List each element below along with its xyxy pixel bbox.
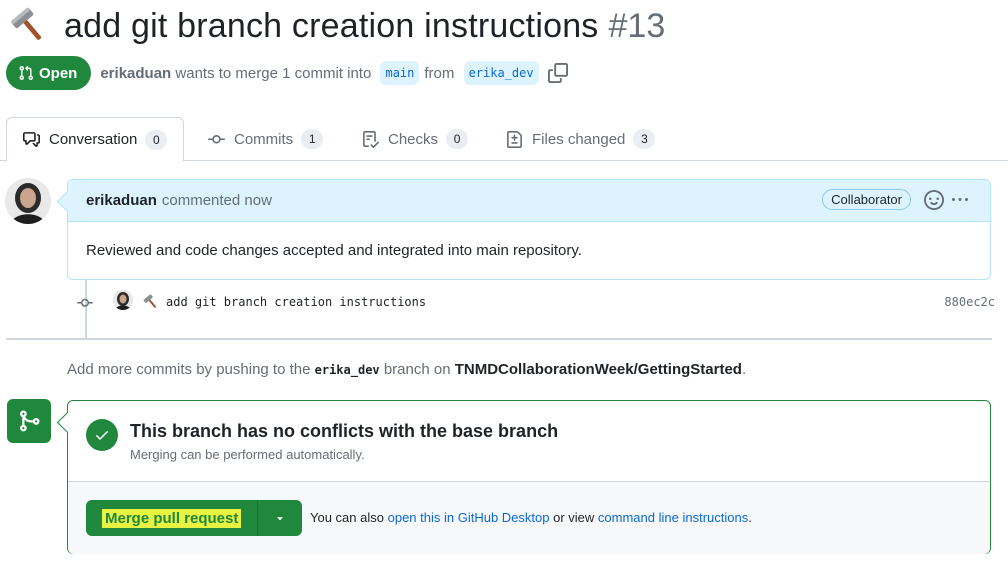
- comment-discussion-icon: [23, 132, 40, 147]
- hint-branch: erika_dev: [314, 363, 380, 377]
- merge-box: This branch has no conflicts with the ba…: [67, 400, 991, 554]
- commit-message[interactable]: add git branch creation instructions: [166, 295, 426, 309]
- tab-files-changed[interactable]: Files changed 3: [490, 117, 671, 161]
- hint-middle: branch on: [383, 361, 451, 378]
- git-branch-icon: [20, 410, 40, 432]
- page-title: add git branch creation instructions: [64, 6, 599, 45]
- git-commit-icon: [208, 134, 225, 143]
- comment-author[interactable]: erikaduan: [86, 192, 157, 209]
- repo-link[interactable]: TNMDCollaborationWeek/GettingStarted: [455, 361, 742, 378]
- tab-checks[interactable]: Checks 0: [346, 117, 484, 161]
- tab-label: Conversation: [49, 131, 138, 148]
- hint-prefix: Add more commits by pushing to the: [67, 361, 311, 378]
- status-badge: Open: [6, 56, 92, 90]
- merge-status: This branch has no conflicts with the ba…: [68, 401, 990, 482]
- commit-sha[interactable]: 880ec2c: [944, 295, 995, 309]
- also-middle: or view: [553, 510, 595, 525]
- merge-button-group: Merge pull request: [86, 500, 303, 536]
- triangle-down-icon: [277, 517, 284, 521]
- merge-status-icon: [7, 399, 51, 443]
- base-branch[interactable]: main: [380, 61, 420, 85]
- merge-actions: Merge pull request You can also open thi…: [68, 482, 990, 554]
- merge-subtext: Merging can be performed automatically.: [130, 447, 365, 462]
- merge-pull-request-button[interactable]: Merge pull request: [86, 500, 259, 536]
- tab-label: Files changed: [532, 130, 626, 148]
- check-circle-icon: [86, 419, 118, 451]
- smiley-icon[interactable]: [924, 190, 944, 210]
- file-diff-icon: [507, 130, 522, 148]
- pr-number: #13: [608, 6, 666, 45]
- command-line-link[interactable]: command line instructions: [598, 510, 748, 525]
- tab-conversation[interactable]: Conversation 0: [6, 117, 185, 162]
- also-suffix: .: [748, 510, 752, 525]
- hammer-icon: [143, 294, 157, 308]
- tab-counter: 3: [633, 129, 656, 149]
- merge-heading: This branch has no conflicts with the ba…: [130, 421, 559, 441]
- merge-summary-text: wants to merge 1 commit into: [175, 64, 372, 82]
- tab-label: Checks: [388, 130, 439, 148]
- commit-item: add git branch creation instructions 880…: [75, 290, 995, 316]
- checklist-icon: [363, 130, 379, 148]
- comment-header: erikaduan commented now Collaborator: [68, 180, 990, 222]
- git-pull-request-icon: [19, 65, 34, 81]
- merge-button-label: Merge pull request: [102, 508, 242, 528]
- copy-icon[interactable]: [547, 63, 568, 83]
- git-commit-icon: [77, 298, 93, 307]
- tab-counter: 0: [446, 129, 469, 149]
- comment-card: erikaduan commented now Collaborator Rev…: [67, 179, 991, 280]
- comment-body: Reviewed and code changes accepted and i…: [86, 242, 582, 259]
- hint-suffix: .: [741, 361, 747, 378]
- hammer-icon: [11, 7, 42, 40]
- open-desktop-link[interactable]: open this in GitHub Desktop: [388, 510, 550, 525]
- avatar[interactable]: [5, 178, 51, 224]
- alternative-options: You can also open this in GitHub Desktop…: [310, 510, 752, 525]
- author-link[interactable]: erikaduan: [100, 65, 171, 82]
- timeline-divider: [6, 338, 992, 340]
- tab-counter: 1: [301, 129, 324, 149]
- comment-time[interactable]: commented now: [162, 192, 272, 209]
- merge-options-dropdown[interactable]: [258, 500, 302, 536]
- pr-meta: Open erikaduan wants to merge 1 commit i…: [6, 56, 568, 90]
- merge-summary: erikaduan wants to merge 1 commit into m…: [100, 61, 568, 85]
- also-prefix: You can also: [310, 510, 384, 525]
- push-hint: Add more commits by pushing to the erika…: [67, 361, 746, 378]
- head-branch[interactable]: erika_dev: [463, 61, 539, 85]
- pr-title-row: add git branch creation instructions #13: [10, 4, 665, 48]
- status-label: Open: [39, 64, 78, 82]
- role-badge: Collaborator: [822, 189, 911, 210]
- tab-commits[interactable]: Commits 1: [192, 117, 339, 161]
- tab-counter: 0: [145, 129, 168, 150]
- kebab-horizontal-icon[interactable]: [950, 192, 970, 208]
- pr-tabs: Conversation 0 Commits 1 Checks 0 Files …: [0, 117, 1008, 162]
- merge-summary-from: from: [424, 64, 455, 82]
- tab-label: Commits: [234, 130, 294, 148]
- commit-avatar[interactable]: [113, 290, 133, 310]
